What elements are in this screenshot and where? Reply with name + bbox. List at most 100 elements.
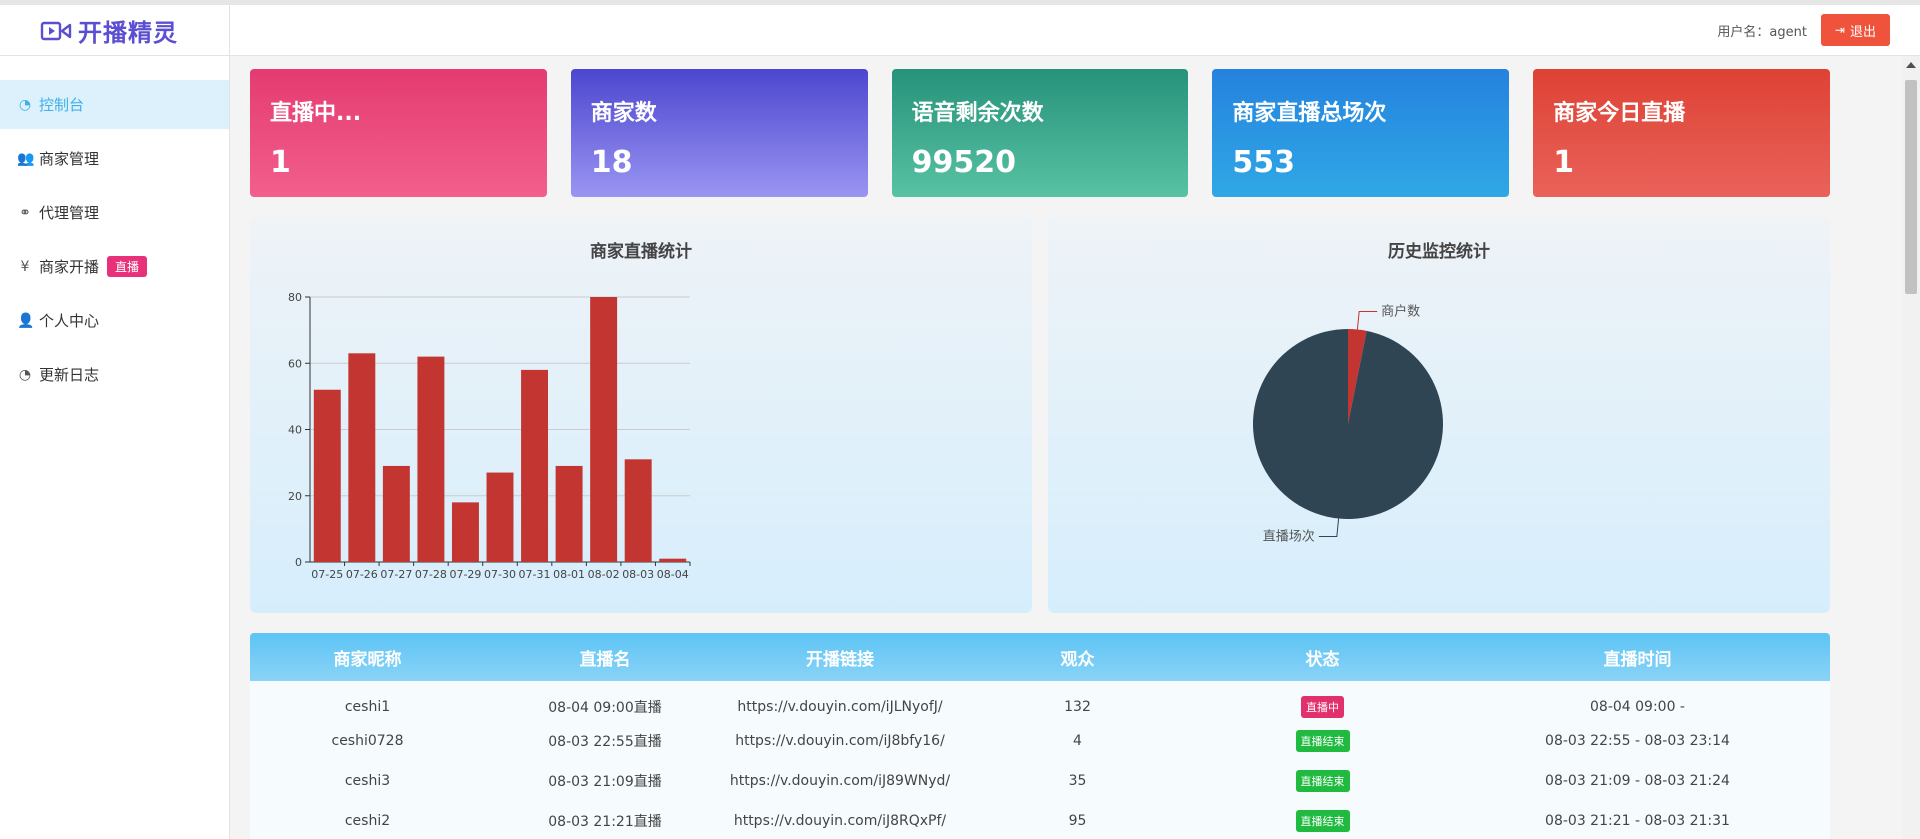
- stat-card-title: 商家今日直播: [1553, 101, 1686, 126]
- bar: [382, 465, 410, 562]
- users-icon: 👥: [17, 150, 35, 167]
- main-content: 直播中... 1 商家数 18 语音剩余次数 99520 商家直播总场次 553…: [250, 69, 1830, 839]
- table-row[interactable]: ceshi3 08-03 21:09直播 https://v.douyin.com/…: [250, 761, 1830, 801]
- stat-card-live: 直播中... 1: [250, 69, 547, 197]
- status-cell: 直播结束: [1200, 761, 1445, 801]
- table-cell-name: 08-03 21:21直播: [548, 814, 662, 830]
- stat-card-title: 直播中...: [270, 101, 362, 126]
- top-bar: 开播精灵 用户名：agent ⇥ 退出: [0, 0, 1920, 56]
- table-cell-name: 08-03 22:55直播: [548, 734, 662, 750]
- bar: [486, 472, 514, 562]
- x-tick-label: 08-01: [553, 568, 585, 581]
- x-tick-label: 07-29: [449, 568, 481, 581]
- status-badge: 直播结束: [1295, 770, 1350, 792]
- table-cell-viewers: 4: [1073, 733, 1082, 749]
- table-cell-name: 08-04 09:00直播: [548, 700, 662, 716]
- bar-chart: 02040608007-25 07-26 07-27 07-28 07-29 07-30 0…: [288, 291, 691, 581]
- stat-card-value: 18: [590, 145, 633, 180]
- column-header: 观众: [1060, 649, 1095, 670]
- sidebar-item-live[interactable]: ¥ 商家开播 直播: [0, 242, 229, 291]
- pie-chart: 商户数直播场次: [1253, 304, 1443, 544]
- pie-slice: [1253, 329, 1443, 519]
- column-header: 状态: [1305, 649, 1340, 670]
- stat-cards: 直播中... 1 商家数 18 语音剩余次数 99520 商家直播总场次 553…: [250, 69, 1830, 197]
- yen-icon: ¥: [20, 258, 30, 275]
- table-cell-link[interactable]: https://v.douyin.com/iJ89WNyd/: [725, 761, 955, 801]
- table-cell-viewers: 95: [1068, 813, 1087, 829]
- pie-label: 直播场次: [1263, 528, 1315, 544]
- sidebar: ◔ 控制台 👥 商家管理 ⚭ 代理管理 ¥ 商家开播 直播 👤 个人中心 ◔ 更…: [0, 56, 230, 839]
- table-cell-link[interactable]: https://v.douyin.com/iJ8RQxPf/: [725, 801, 955, 839]
- stat-card-today: 商家今日直播 1: [1533, 69, 1830, 197]
- status-cell: 直播中: [1200, 681, 1445, 721]
- sign-out-icon: ⇥: [1834, 23, 1845, 37]
- table-cell-viewers: 132: [1064, 699, 1091, 715]
- stat-card-value: 553: [1232, 145, 1296, 180]
- status-badge: 直播结束: [1295, 730, 1350, 752]
- bar: [313, 389, 341, 562]
- app-name: 开播精灵: [78, 19, 178, 47]
- scroll-thumb[interactable]: [1905, 80, 1917, 294]
- stat-card-value: 99520: [911, 145, 1016, 180]
- logo[interactable]: 开播精灵: [0, 5, 230, 56]
- user-area: 用户名：agent ⇥ 退出: [1717, 14, 1890, 46]
- stat-card-value: 1: [1553, 145, 1575, 180]
- table-cell-nick: ceshi0728: [331, 733, 404, 749]
- stat-card-total-sessions: 商家直播总场次 553: [1212, 69, 1510, 197]
- table-header-row: 商家昵称 直播名 开播链接 观众 状态 直播时间: [250, 633, 1830, 681]
- table-row[interactable]: ceshi2 08-03 21:21直播 https://v.douyin.com/…: [250, 801, 1830, 839]
- column-header: 直播时间: [1603, 649, 1672, 670]
- bar-chart-panel: 商家直播统计 0 20 40 60 80 07-25 07-26 07-27 07-28 07-2…: [250, 217, 1032, 613]
- sidebar-item-merchants[interactable]: 👥 商家管理: [0, 134, 229, 183]
- table-cell-time: 08-04 09:00 -: [1590, 699, 1685, 715]
- table-row[interactable]: ceshi1 08-04 09:00直播 https://v.douyin.com/…: [250, 681, 1830, 721]
- column-header: 商家昵称: [333, 649, 402, 670]
- page-scrollbar[interactable]: [1902, 56, 1920, 839]
- y-tick-label: 40: [288, 424, 302, 437]
- handshake-icon: ⚭: [19, 204, 31, 221]
- pie-label-line: [1318, 518, 1340, 537]
- table-cell-time: 08-03 22:55 - 08-03 23:14: [1545, 733, 1730, 749]
- x-tick-label: 07-28: [415, 568, 447, 581]
- sidebar-item-agents[interactable]: ⚭ 代理管理: [0, 188, 229, 237]
- y-tick-label: 80: [288, 291, 302, 304]
- y-tick-label: 0: [295, 556, 302, 569]
- status-badge: 直播中: [1301, 696, 1344, 718]
- y-tick-label: 20: [288, 490, 302, 503]
- sidebar-item-label: 代理管理: [39, 204, 100, 222]
- sidebar-item-label: 商家开播: [39, 258, 100, 276]
- table-cell-link[interactable]: https://v.douyin.com/iJLNyofJ/: [725, 681, 955, 721]
- table-cell-time: 08-03 21:09 - 08-03 21:24: [1545, 773, 1730, 789]
- live-badge: 直播: [107, 256, 148, 277]
- table-cell-name: 08-03 21:09直播: [548, 774, 662, 790]
- stat-card-voice: 语音剩余次数 99520: [891, 69, 1189, 197]
- scroll-up-icon[interactable]: [1906, 62, 1916, 68]
- status-cell: 直播结束: [1200, 801, 1445, 839]
- sidebar-item-profile[interactable]: 👤 个人中心: [0, 296, 229, 345]
- x-tick-label: 07-31: [519, 568, 551, 581]
- bar: [590, 297, 618, 562]
- table-cell-time: 08-03 21:21 - 08-03 21:31: [1545, 813, 1730, 829]
- bar: [521, 369, 549, 562]
- bar: [555, 465, 583, 562]
- charts-row: 商家直播统计 0 20 40 60 80 07-25 07-26 07-27 07-28 07-2…: [250, 217, 1830, 613]
- status-cell: 直播结束: [1200, 721, 1445, 761]
- sidebar-item-label: 更新日志: [39, 366, 100, 384]
- stat-card-title: 商家数: [590, 101, 657, 126]
- bar: [659, 558, 687, 562]
- bar: [348, 353, 376, 562]
- live-table: 商家昵称 直播名 开播链接 观众 状态 直播时间 ceshi1 08-04 09:…: [250, 633, 1830, 839]
- sidebar-item-changelog[interactable]: ◔ 更新日志: [0, 350, 229, 399]
- table-cell-link[interactable]: https://v.douyin.com/iJ8bfy16/: [725, 721, 955, 761]
- bar: [451, 502, 479, 562]
- table-row[interactable]: ceshi0728 08-03 22:55直播 https://v.douyin.c…: [250, 721, 1830, 761]
- bar: [624, 459, 652, 562]
- x-tick-label: 07-26: [346, 568, 378, 581]
- sidebar-item-dashboard[interactable]: ◔ 控制台: [0, 80, 229, 129]
- x-tick-label: 08-02: [588, 568, 620, 581]
- stat-card-merchants: 商家数 18: [570, 69, 868, 197]
- logout-button[interactable]: ⇥ 退出: [1820, 14, 1890, 46]
- stat-card-title: 商家直播总场次: [1232, 101, 1387, 126]
- x-tick-label: 08-03: [622, 568, 654, 581]
- x-tick-label: 07-27: [380, 568, 412, 581]
